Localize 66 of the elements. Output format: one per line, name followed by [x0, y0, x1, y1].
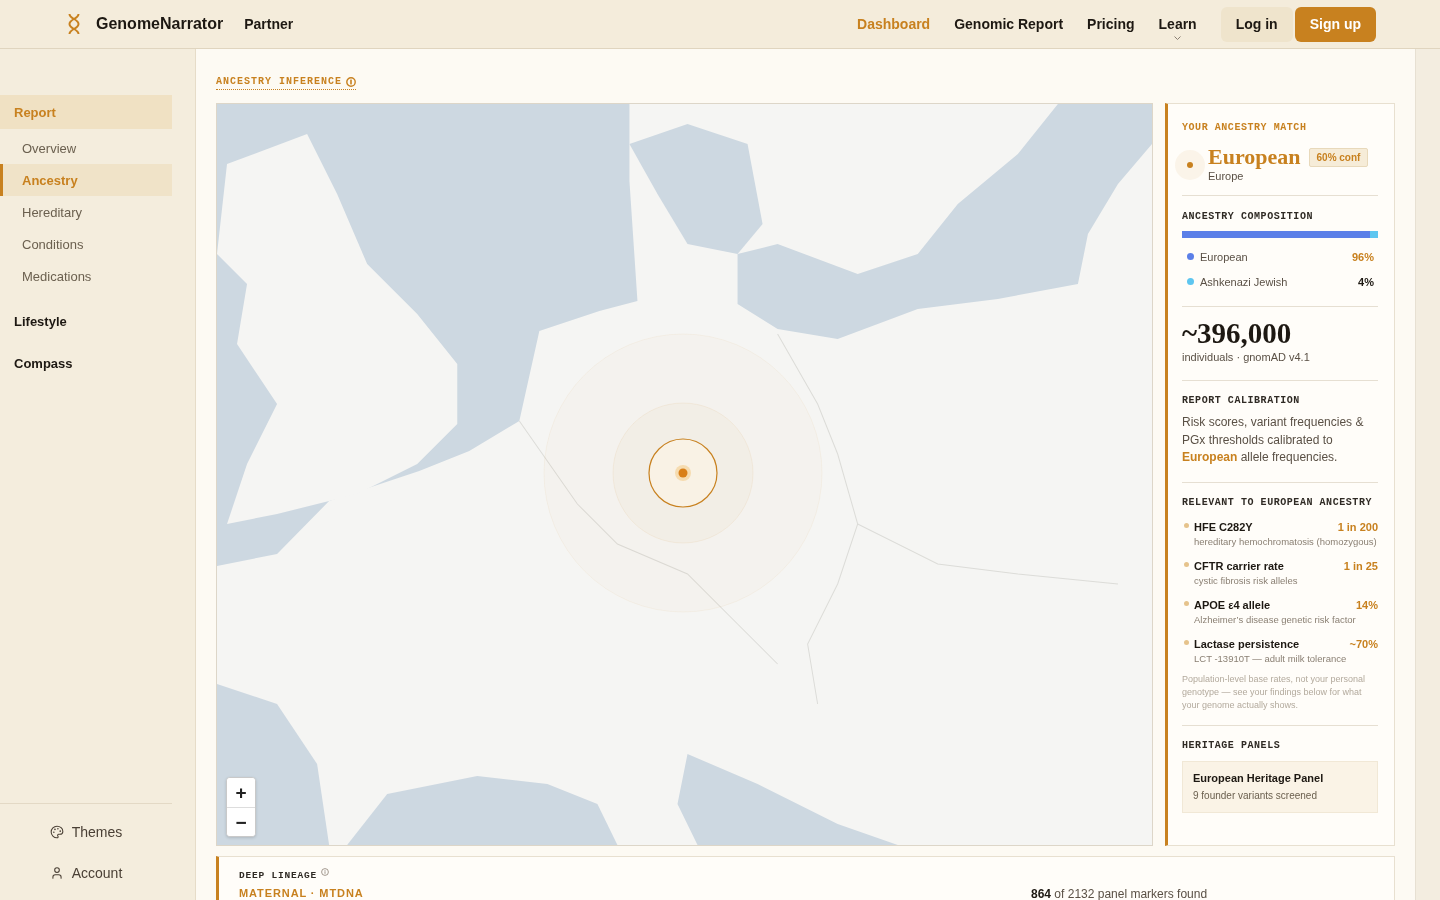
bullet-icon	[1184, 522, 1189, 528]
population-name: Ashkenazi Jewish	[1200, 275, 1288, 288]
markers-found-text: 864 of 2132 panel markers found	[1031, 887, 1209, 900]
heritage-panel-detail: 9 founder variants screened	[1193, 788, 1318, 803]
variant-name: Lactase persistence	[1194, 636, 1301, 651]
location-pulse-icon	[543, 333, 823, 613]
helix-logo-icon	[68, 13, 80, 35]
sidebar-item[interactable]: Medications	[0, 260, 172, 292]
bullet-icon	[1184, 600, 1189, 606]
variant-rate: ~70%	[1349, 636, 1378, 651]
nav-link[interactable]: Pricing	[1087, 15, 1135, 33]
variant-detail: LCT -13910T — adult milk tolerance	[1194, 651, 1348, 665]
variant-name: HFE C282Y	[1194, 519, 1254, 534]
menu-item-label: Themes	[71, 824, 123, 840]
disclaimer-note: Population-level base rates, not your personal genotype — see your findings below for what your genome actually shows.	[1182, 672, 1367, 712]
palette-icon	[49, 825, 64, 839]
population-share: 4%	[1358, 275, 1374, 288]
variant-rate: 14%	[1355, 597, 1378, 612]
confidence-badge: 60% conf	[1308, 147, 1369, 167]
account-menu-item[interactable]: Account	[0, 855, 172, 891]
partner-label: Partner	[244, 16, 294, 32]
sidebar-item[interactable]: Conditions	[0, 228, 172, 260]
menu-item-label: Account	[71, 865, 123, 881]
variant-name: APOE ε4 allele	[1194, 597, 1272, 612]
glowing-dot-icon	[1175, 150, 1205, 180]
region-label: Europe	[1208, 170, 1245, 183]
sample-count: ~396,000	[1182, 317, 1293, 349]
panel-heading: RELEVANT TO EUROPEAN ANCESTRY	[1182, 496, 1373, 509]
panel-heading: HERITAGE PANELS	[1182, 739, 1282, 752]
calibration-text: Risk scores, variant frequencies & PGx thresholds calibrated to European allele frequencies.	[1182, 414, 1365, 466]
variant-detail: hereditary hemochromatosis (homozygous)	[1194, 534, 1378, 548]
map-drawing[interactable]	[216, 103, 1153, 846]
heritage-panel-name: European Heritage Panel	[1193, 770, 1325, 785]
heritage-panel-card[interactable]: European Heritage Panel 9 founder variants screened	[1182, 760, 1378, 813]
sidebar-section[interactable]: Compass	[0, 346, 172, 380]
panel-heading: YOUR ANCESTRY MATCH	[1182, 122, 1308, 134]
nav-link[interactable]: Genomic Report	[954, 15, 1064, 33]
section-title: ANCESTRY INFERENCE	[216, 76, 343, 88]
brand-name[interactable]: GenomeNarrator	[96, 15, 224, 33]
variant-detail: cystic fibrosis risk alleles	[1194, 573, 1299, 587]
ancestry-name: European	[1208, 144, 1301, 170]
variant-rate: 1 in 200	[1337, 519, 1378, 534]
sidebar-item[interactable]: Overview	[0, 132, 172, 164]
lineage-type: MATERNAL · MTDNA	[239, 886, 365, 900]
sidebar-item[interactable]: Hereditary	[0, 196, 172, 228]
zoom-out-button[interactable]: −	[227, 807, 255, 836]
sidebar-section[interactable]: Lifestyle	[0, 304, 172, 338]
info-icon[interactable]	[321, 868, 329, 876]
variant-rate: 1 in 25	[1343, 558, 1378, 573]
variant-name: CFTR carrier rate	[1194, 558, 1285, 573]
themes-menu-item[interactable]: Themes	[0, 814, 172, 850]
population-name: European	[1200, 250, 1248, 263]
log-in-button[interactable]: Log in	[1220, 6, 1293, 42]
panel-heading: ANCESTRY COMPOSITION	[1182, 211, 1315, 223]
variant-detail: Alzheimer’s disease genetic risk factor	[1194, 612, 1357, 626]
bullet-icon	[1184, 561, 1189, 567]
sample-caption: individuals · gnomAD v4.1	[1182, 350, 1311, 364]
info-icon[interactable]	[346, 77, 357, 87]
nav-link[interactable]: Learn	[1158, 15, 1197, 33]
card-heading: DEEP LINEAGE	[239, 870, 317, 882]
chevron-down-icon	[1174, 36, 1182, 40]
panel-heading: REPORT CALIBRATION	[1182, 395, 1301, 407]
user-icon	[49, 866, 64, 880]
bullet-icon	[1184, 639, 1189, 645]
zoom-in-button[interactable]: +	[227, 778, 255, 807]
population-share: 96%	[1351, 250, 1374, 263]
